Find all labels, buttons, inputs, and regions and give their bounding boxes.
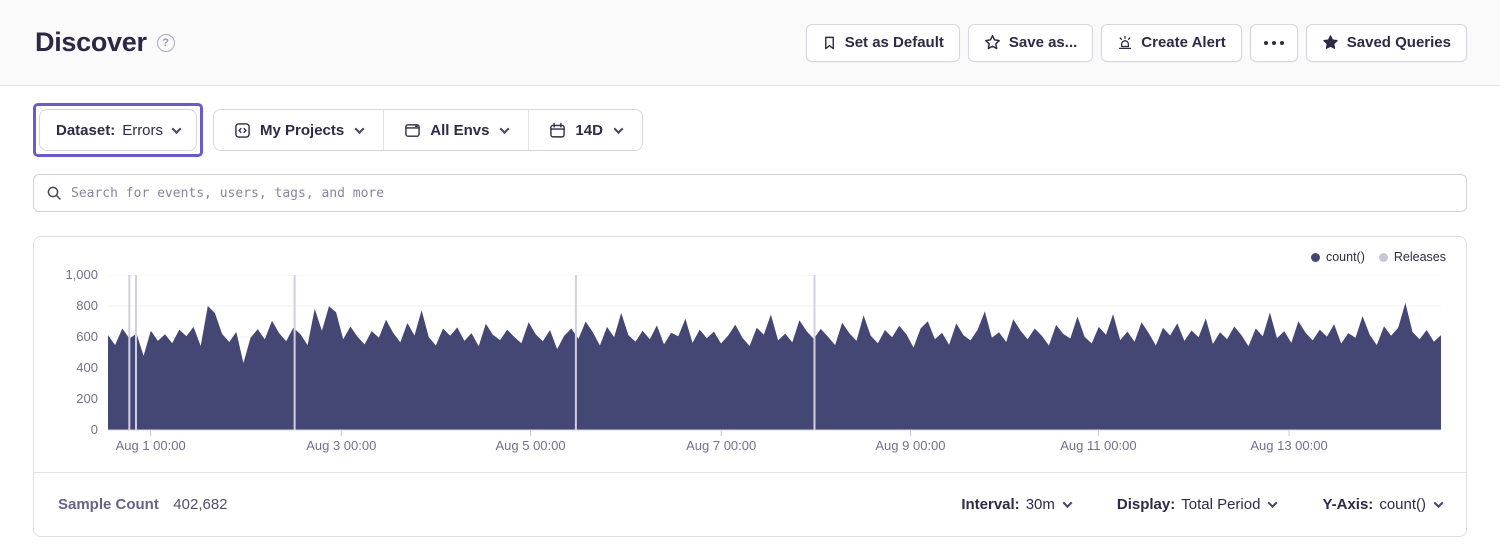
sample-count: Sample Count 402,682	[58, 496, 228, 514]
y-axis-tick-label: 800	[34, 298, 98, 313]
saved-queries-button[interactable]: Saved Queries	[1306, 24, 1467, 62]
dataset-highlight-ring: Dataset: Errors	[33, 103, 203, 157]
set-as-default-button[interactable]: Set as Default	[806, 24, 960, 62]
ellipsis-icon	[1264, 24, 1284, 62]
x-axis-tick-label: Aug 13 00:00	[1250, 438, 1327, 453]
projects-label: My Projects	[260, 122, 344, 139]
search-bar	[33, 174, 1467, 212]
star-filled-icon	[1322, 34, 1339, 51]
legend-dot-icon	[1311, 253, 1320, 262]
toolbar: Set as Default Save as... Create Alert S…	[806, 24, 1467, 62]
calendar-icon	[549, 122, 566, 139]
page-filter-bar: My Projects All Envs 14D	[213, 109, 643, 151]
interval-dropdown[interactable]: Interval: 30m	[961, 496, 1071, 513]
count-series-area[interactable]	[108, 303, 1441, 430]
y-axis-tick-label: 1,000	[34, 267, 98, 282]
projects-dropdown[interactable]: My Projects	[214, 110, 383, 150]
interval-value: 30m	[1026, 496, 1055, 513]
legend-dot-icon	[1379, 253, 1388, 262]
main-content: Dataset: Errors My Projects All Envs 14D	[0, 103, 1500, 537]
sample-count-label: Sample Count	[58, 496, 159, 513]
legend-label: count()	[1326, 250, 1365, 264]
yaxis-label: Y-Axis:	[1322, 496, 1373, 513]
button-label: Saved Queries	[1347, 34, 1451, 51]
display-value: Total Period	[1181, 496, 1260, 513]
legend-label: Releases	[1394, 250, 1446, 264]
legend-item[interactable]: Releases	[1379, 250, 1446, 264]
button-label: Create Alert	[1141, 34, 1225, 51]
footer-controls: Interval: 30m Display: Total Period Y-Ax…	[961, 496, 1442, 513]
chevron-down-icon	[1434, 498, 1444, 508]
date-range-dropdown[interactable]: 14D	[529, 110, 642, 150]
chart-legend: count() Releases	[1311, 250, 1446, 264]
chevron-down-icon	[172, 124, 182, 134]
y-axis-tick-label: 400	[34, 360, 98, 375]
help-icon[interactable]: ?	[157, 34, 175, 52]
interval-label: Interval:	[961, 496, 1019, 513]
page-title: Discover	[35, 27, 147, 58]
chart-plot[interactable]	[108, 275, 1441, 437]
button-label: Set as Default	[845, 34, 944, 51]
title-wrap: Discover ?	[35, 27, 175, 58]
display-dropdown[interactable]: Display: Total Period	[1117, 496, 1277, 513]
x-axis-tick-label: Aug 5 00:00	[495, 438, 565, 453]
x-axis-tick-label: Aug 1 00:00	[116, 438, 186, 453]
filter-row: Dataset: Errors My Projects All Envs 14D	[33, 103, 1467, 157]
search-input[interactable]	[71, 186, 1454, 201]
save-as-button[interactable]: Save as...	[968, 24, 1093, 62]
x-axis-tick-label: Aug 3 00:00	[306, 438, 376, 453]
create-alert-button[interactable]: Create Alert	[1101, 24, 1241, 62]
button-label: Save as...	[1009, 34, 1077, 51]
projects-icon	[234, 122, 251, 139]
chart-area: count() Releases 0 200 400 600 800 1,000 Aug 1…	[34, 237, 1466, 472]
chart-footer: Sample Count 402,682 Interval: 30m Displ…	[34, 472, 1466, 536]
chevron-down-icon	[500, 124, 510, 134]
y-axis-tick-label: 200	[34, 391, 98, 406]
more-options-button[interactable]	[1250, 24, 1298, 62]
chevron-down-icon	[355, 124, 365, 134]
chevron-down-icon	[1268, 498, 1278, 508]
siren-icon	[1117, 35, 1133, 51]
chevron-down-icon	[1062, 498, 1072, 508]
legend-item[interactable]: count()	[1311, 250, 1365, 264]
date-range-label: 14D	[575, 122, 603, 139]
bookmark-icon	[822, 35, 837, 51]
star-outline-icon	[984, 34, 1001, 51]
x-axis-tick-label: Aug 9 00:00	[875, 438, 945, 453]
chart-panel: count() Releases 0 200 400 600 800 1,000 Aug 1…	[33, 236, 1467, 537]
x-axis-tick-label: Aug 11 00:00	[1060, 438, 1136, 453]
y-axis-tick-label: 0	[34, 422, 98, 437]
dataset-dropdown[interactable]: Dataset: Errors	[39, 109, 197, 151]
yaxis-value: count()	[1379, 496, 1426, 513]
display-label: Display:	[1117, 496, 1175, 513]
sample-count-value: 402,682	[173, 496, 227, 513]
yaxis-dropdown[interactable]: Y-Axis: count()	[1322, 496, 1442, 513]
search-icon	[46, 185, 62, 201]
dataset-value: Errors	[122, 122, 163, 139]
chevron-down-icon	[614, 124, 624, 134]
window-icon	[404, 122, 421, 139]
environment-label: All Envs	[430, 122, 489, 139]
page-header: Discover ? Set as Default Save as... Cre…	[0, 0, 1500, 86]
dataset-label: Dataset:	[56, 122, 115, 139]
x-axis-tick-label: Aug 7 00:00	[686, 438, 756, 453]
environment-dropdown[interactable]: All Envs	[384, 110, 528, 150]
y-axis-tick-label: 600	[34, 329, 98, 344]
